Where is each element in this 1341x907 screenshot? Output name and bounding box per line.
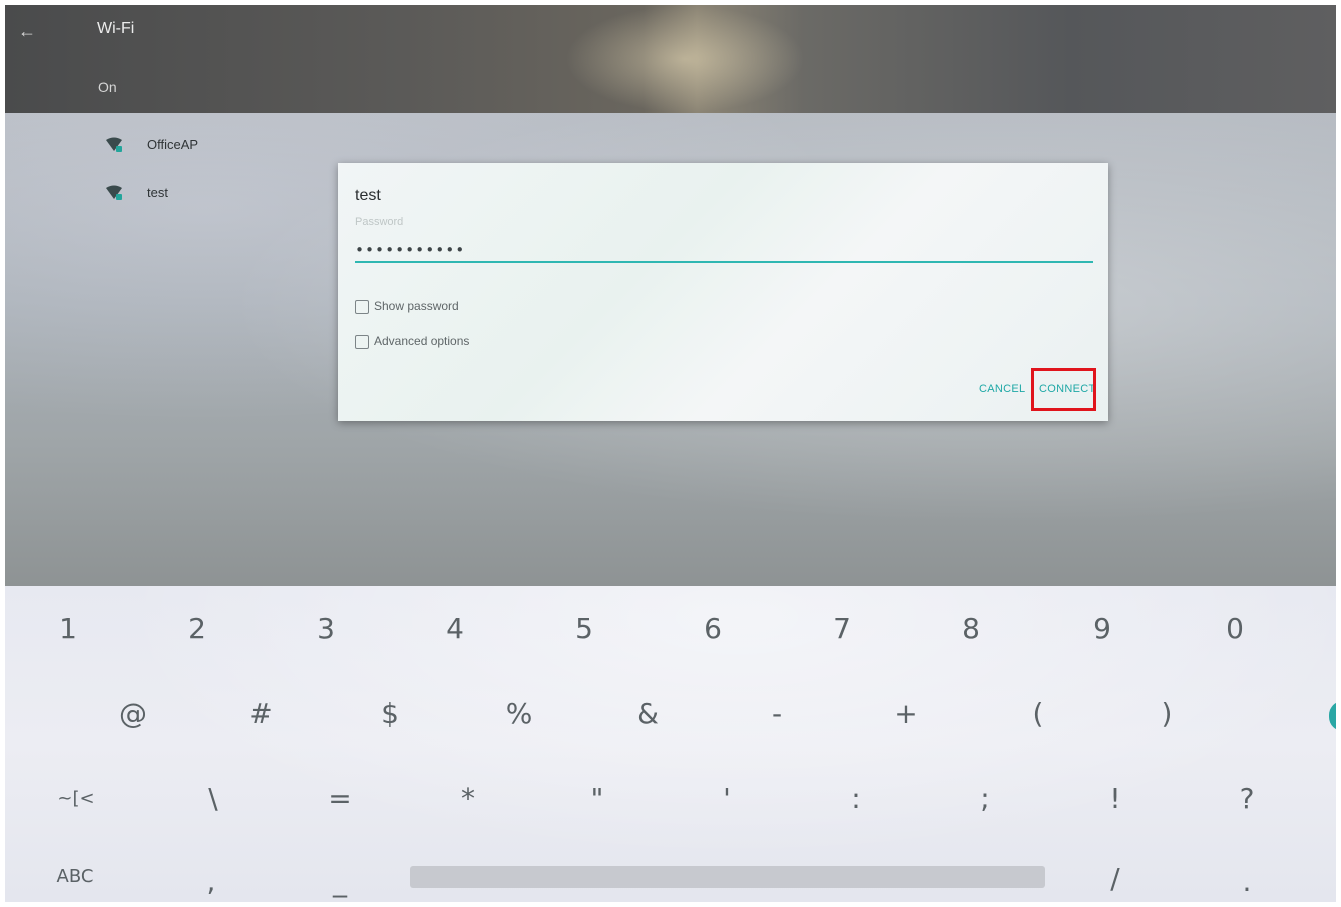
cancel-button[interactable]: CANCEL <box>979 383 1025 395</box>
show-password-label: Show password <box>374 299 459 313</box>
key-backslash[interactable]: \ <box>183 779 243 819</box>
network-name: OfficeAP <box>147 137 199 152</box>
key-0[interactable]: 0 <box>1205 609 1265 649</box>
dialog-title: test <box>355 187 381 204</box>
key-plus[interactable]: + <box>876 694 936 734</box>
key-9[interactable]: 9 <box>1072 609 1132 649</box>
key-period[interactable]: . <box>1217 862 1277 902</box>
key-dollar[interactable]: $ <box>360 694 420 734</box>
key-percent[interactable]: % <box>489 694 549 734</box>
wifi-lock-icon <box>106 185 122 200</box>
key-minus[interactable]: - <box>747 694 807 734</box>
key-symbols-more[interactable]: ~[< <box>46 779 106 819</box>
key-ampersand[interactable]: & <box>618 694 678 734</box>
key-colon[interactable]: : <box>826 779 886 819</box>
key-close-paren[interactable]: ) <box>1137 694 1197 734</box>
key-slash[interactable]: / <box>1085 859 1145 899</box>
screen: ← Wi-Fi On OfficeAP test test Password S… <box>5 5 1336 902</box>
screen-glare <box>565 5 805 113</box>
key-5[interactable]: 5 <box>554 609 614 649</box>
key-comma[interactable]: , <box>181 862 241 902</box>
show-password-checkbox[interactable] <box>355 300 369 314</box>
advanced-options-label: Advanced options <box>374 334 470 348</box>
key-6[interactable]: 6 <box>683 609 743 649</box>
page-title: Wi-Fi <box>97 20 135 37</box>
password-field[interactable] <box>355 239 1093 263</box>
key-semicolon[interactable]: ; <box>955 779 1015 819</box>
password-label: Password <box>355 216 404 228</box>
connect-highlight-box <box>1031 368 1096 411</box>
key-7[interactable]: 7 <box>812 609 872 649</box>
wifi-connect-dialog: test Password Show password Advanced opt… <box>338 163 1108 421</box>
key-4[interactable]: 4 <box>425 609 485 649</box>
key-1[interactable]: 1 <box>38 609 98 649</box>
app-bar: ← Wi-Fi On <box>5 5 1336 113</box>
key-at[interactable]: @ <box>103 694 163 734</box>
on-screen-keyboard: 1 2 3 4 5 6 7 8 9 0 @ # $ % & - + ( ) ~[… <box>5 586 1336 902</box>
key-hash[interactable]: # <box>231 694 291 734</box>
key-double-quote[interactable]: " <box>567 779 627 819</box>
wifi-status[interactable]: On <box>98 79 117 95</box>
key-asterisk[interactable]: * <box>438 779 498 819</box>
network-name: test <box>147 185 168 200</box>
key-equals[interactable]: = <box>310 779 370 819</box>
wifi-lock-icon <box>106 137 122 152</box>
key-single-quote[interactable]: ' <box>697 779 757 819</box>
key-question[interactable]: ? <box>1217 779 1277 819</box>
key-open-paren[interactable]: ( <box>1008 694 1068 734</box>
key-3[interactable]: 3 <box>296 609 356 649</box>
key-underscore[interactable]: _ <box>310 862 370 902</box>
key-abc[interactable]: ABC <box>45 857 105 897</box>
key-8[interactable]: 8 <box>941 609 1001 649</box>
advanced-options-checkbox[interactable] <box>355 335 369 349</box>
key-2[interactable]: 2 <box>167 609 227 649</box>
space-bar[interactable] <box>410 866 1045 888</box>
arrow-left-icon[interactable]: ← <box>17 21 37 41</box>
key-exclamation[interactable]: ! <box>1085 779 1145 819</box>
